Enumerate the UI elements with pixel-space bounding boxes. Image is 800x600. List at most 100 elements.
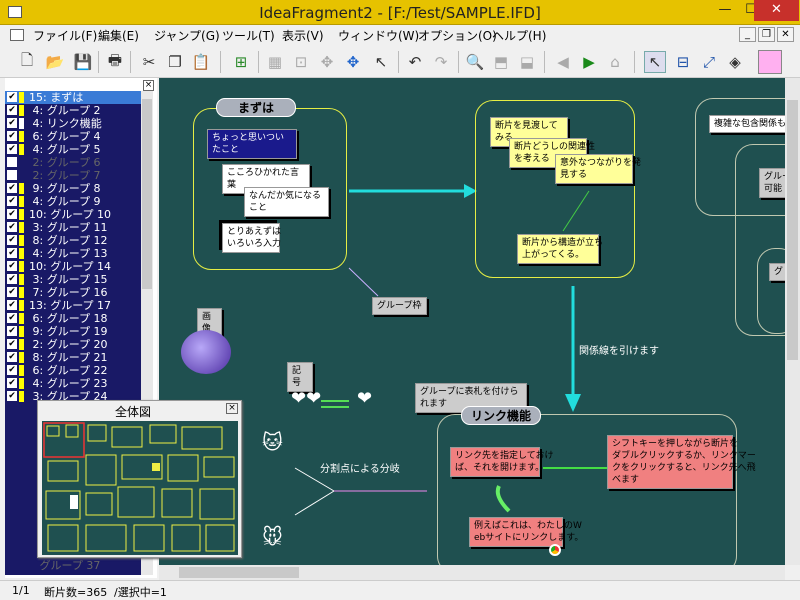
- cat-icon[interactable]: 🐱: [262, 430, 283, 454]
- canvas-vertical-scrollbar[interactable]: [785, 78, 800, 565]
- checkbox[interactable]: ✔: [7, 352, 17, 362]
- list-item[interactable]: ✔ 4: グループ 13: [5, 247, 141, 260]
- checkbox[interactable]: ✔: [7, 274, 17, 284]
- close-button[interactable]: ✕: [754, 0, 799, 21]
- group-frame-label[interactable]: グループ枠: [372, 297, 427, 315]
- hearts-icon[interactable]: ❤❤: [291, 388, 321, 409]
- list-item[interactable]: ✔ 9: グループ 8: [5, 182, 141, 195]
- overview-close-button[interactable]: ×: [226, 403, 238, 414]
- mdi-restore-button[interactable]: ❐: [758, 27, 775, 42]
- menu-help[interactable]: ヘルプ(H): [492, 27, 546, 44]
- new-file-icon[interactable]: 🗋: [16, 51, 38, 73]
- checkbox[interactable]: ✔: [7, 183, 17, 193]
- pointer-tool-icon[interactable]: ↖: [644, 51, 666, 73]
- list-close-button[interactable]: ×: [143, 80, 154, 91]
- menu-edit[interactable]: 編集(E): [98, 27, 139, 44]
- find-icon[interactable]: 🔍: [464, 51, 486, 73]
- group-label[interactable]: リンク機能: [461, 406, 541, 425]
- checkbox[interactable]: ✔: [7, 235, 17, 245]
- list-item[interactable]: ✔ 4: グループ 5: [5, 143, 141, 156]
- open-folder-icon[interactable]: 📂: [44, 51, 66, 73]
- home-icon[interactable]: ⌂: [604, 51, 626, 73]
- list-item[interactable]: ✔ 10: グループ 10: [5, 208, 141, 221]
- list-item[interactable]: ✔ 13: グループ 17: [5, 299, 141, 312]
- canvas-horizontal-scrollbar[interactable]: [159, 565, 785, 580]
- checkbox[interactable]: ✔: [7, 326, 17, 336]
- grid-icon[interactable]: ▦: [264, 51, 286, 73]
- checkbox[interactable]: ✔: [7, 300, 17, 310]
- arrow-select-icon[interactable]: ↖: [370, 51, 392, 73]
- idea-canvas[interactable]: まずは ちょっと思いついたこと こころひかれた言葉 なんだか気になること とりあ…: [159, 78, 785, 565]
- checkbox[interactable]: ✔: [7, 144, 17, 154]
- checkbox[interactable]: ✔: [7, 196, 17, 206]
- new-fragment-icon[interactable]: ⊞: [230, 51, 252, 73]
- list-item[interactable]: 2: グループ 7: [5, 169, 141, 182]
- list-item[interactable]: ✔ 15: まずは: [5, 91, 141, 104]
- print-icon[interactable]: 🖶: [104, 51, 126, 73]
- list-item[interactable]: ✔ 4: グループ 9: [5, 195, 141, 208]
- move-icon[interactable]: ✥: [316, 51, 338, 73]
- list-item[interactable]: ✔ 3: グループ 11: [5, 221, 141, 234]
- list-item[interactable]: ✔ 6: グループ 18: [5, 312, 141, 325]
- copy-icon[interactable]: ❐: [164, 51, 186, 73]
- checkbox[interactable]: [7, 157, 17, 167]
- list-item[interactable]: ✔ 8: グループ 21: [5, 351, 141, 364]
- list-item[interactable]: ✔ 6: グループ 4: [5, 130, 141, 143]
- paw-image-icon[interactable]: [181, 330, 231, 374]
- back-icon[interactable]: ◀: [552, 51, 574, 73]
- overview-window[interactable]: 全体図 ×: [37, 400, 242, 558]
- group-inner[interactable]: [757, 248, 785, 334]
- save-icon[interactable]: 💾: [72, 51, 94, 73]
- fragment-card[interactable]: とりあえずは いろいろ入力: [222, 223, 281, 253]
- fragment-card[interactable]: 複雑な包含関係も: [709, 115, 785, 133]
- list-scroll-thumb[interactable]: [142, 99, 152, 289]
- list-item[interactable]: ✔ 10: グループ 14: [5, 260, 141, 273]
- checkbox[interactable]: ✔: [7, 209, 17, 219]
- minimize-button[interactable]: —: [712, 0, 738, 21]
- fragment-card[interactable]: 意外なつながりを発 見する: [555, 154, 641, 184]
- broken-heart-icon[interactable]: ❤: [357, 388, 372, 409]
- menu-file[interactable]: ファイル(F): [33, 27, 97, 44]
- menu-tools[interactable]: ツール(T): [222, 27, 275, 44]
- list-item[interactable]: ✔ 4: グループ 23: [5, 377, 141, 390]
- checkbox[interactable]: ✔: [7, 339, 17, 349]
- checkbox[interactable]: [7, 170, 17, 180]
- canvas-scroll-thumb[interactable]: [787, 100, 798, 360]
- bring-front-icon[interactable]: ⬒: [490, 51, 512, 73]
- canvas-scroll-thumb[interactable]: [179, 567, 299, 578]
- play-icon[interactable]: ▶: [578, 51, 600, 73]
- menu-jump[interactable]: ジャンプ(G): [154, 27, 220, 44]
- list-item[interactable]: ✔ 4: リンク機能: [5, 117, 141, 130]
- align-icon[interactable]: ⊡: [290, 51, 312, 73]
- mouse-icon[interactable]: 🐭: [262, 525, 283, 549]
- fragment-card[interactable]: グ: [769, 263, 785, 281]
- checkbox[interactable]: ✔: [7, 378, 17, 388]
- redo-icon[interactable]: ↷: [430, 51, 452, 73]
- group-label[interactable]: まずは: [216, 98, 296, 117]
- fragment-card[interactable]: なんだか気になること: [244, 187, 329, 217]
- cut-icon[interactable]: ✂: [138, 51, 160, 73]
- fill-tool-icon[interactable]: ◈: [724, 51, 746, 73]
- menu-view[interactable]: 表示(V): [282, 27, 324, 44]
- checkbox[interactable]: ✔: [7, 391, 17, 401]
- mdi-minimize-button[interactable]: _: [739, 27, 756, 42]
- list-item[interactable]: ✔ 6: グループ 22: [5, 364, 141, 377]
- checkbox[interactable]: ✔: [7, 92, 17, 102]
- checkbox[interactable]: ✔: [7, 287, 17, 297]
- checkbox[interactable]: ✔: [7, 261, 17, 271]
- list-item[interactable]: ✔ 4: グループ 2: [5, 104, 141, 117]
- list-item[interactable]: ✔ 3: グループ 15: [5, 273, 141, 286]
- fragment-card[interactable]: 断片から構造が立ち 上がってくる。: [517, 234, 603, 264]
- send-back-icon[interactable]: ⬓: [516, 51, 538, 73]
- list-item[interactable]: ✔ 7: グループ 16: [5, 286, 141, 299]
- mdi-close-button[interactable]: ✕: [777, 27, 794, 42]
- menu-options[interactable]: オプション(O): [418, 27, 497, 44]
- overview-map[interactable]: [42, 421, 238, 555]
- paste-icon[interactable]: 📋: [190, 51, 212, 73]
- list-item[interactable]: ✔ 2: グループ 20: [5, 338, 141, 351]
- fragment-card[interactable]: シフトキーを押しながら断片を ダブルクリックするか、リンクマー クをクリックする…: [607, 435, 756, 489]
- checkbox[interactable]: ✔: [7, 365, 17, 375]
- list-item[interactable]: グループ 37: [5, 559, 141, 572]
- checkbox[interactable]: ✔: [7, 248, 17, 258]
- doc-icon[interactable]: [10, 29, 24, 41]
